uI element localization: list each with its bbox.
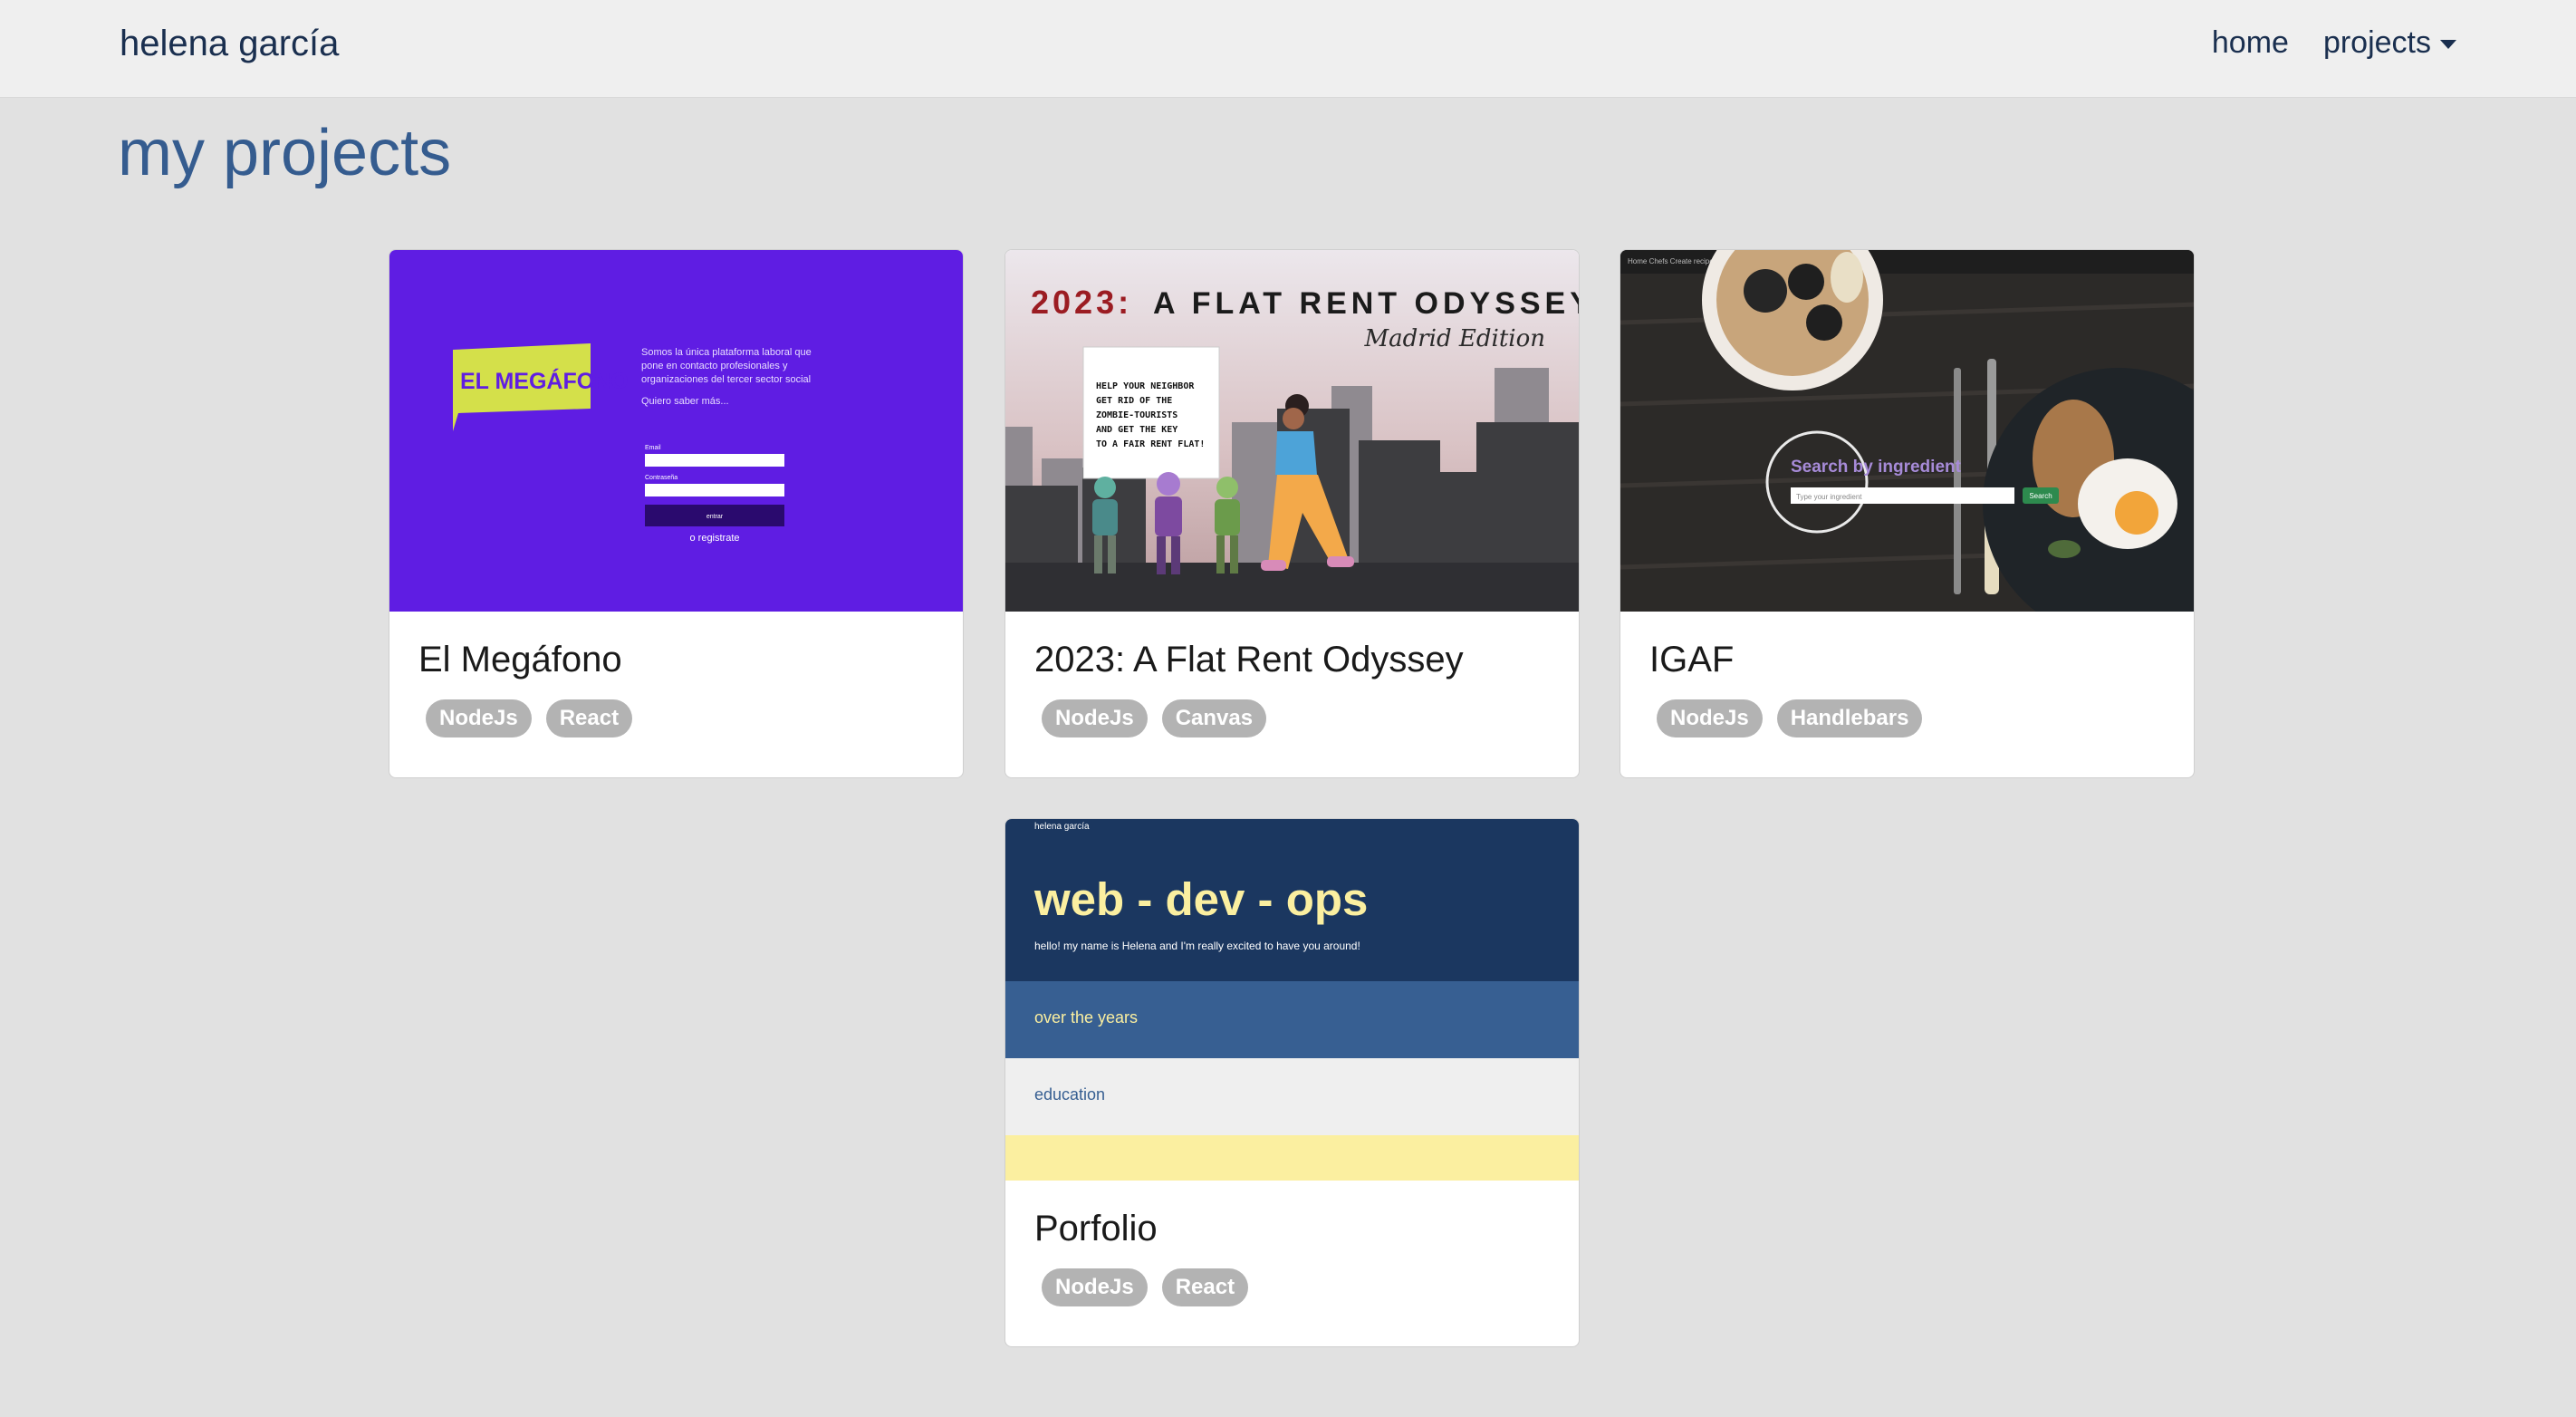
svg-text:hello! my name is Helena and I: hello! my name is Helena and I'm really …	[1034, 940, 1360, 952]
tag-badge: NodeJs	[1042, 699, 1148, 737]
svg-text:entrar: entrar	[706, 514, 724, 520]
svg-text:A FLAT RENT ODYSSEY: A FLAT RENT ODYSSEY	[1153, 286, 1580, 321]
svg-text:over the years: over the years	[1034, 1008, 1138, 1027]
nav-home-link[interactable]: home	[2212, 25, 2289, 61]
svg-text:pone en contacto profesionales: pone en contacto profesionales y	[641, 361, 788, 371]
tag-badge: Handlebars	[1776, 699, 1923, 737]
project-card-porfolio[interactable]: helena garcía web - dev - ops hello! my …	[1004, 818, 1580, 1347]
project-title: El Megáfono	[418, 640, 622, 680]
navbar: helena garcía home projects	[0, 0, 2576, 98]
project-thumbnail: Home Chefs Create recipes Welcome ▾ Sear…	[1620, 250, 2194, 612]
svg-text:web - dev - ops: web - dev - ops	[1033, 873, 1368, 925]
nav-projects-label: projects	[2322, 25, 2431, 60]
project-tags: NodeJs Handlebars	[1657, 699, 1937, 737]
svg-text:Type your ingredient: Type your ingredient	[1796, 493, 1862, 501]
project-tags: NodeJs React	[426, 699, 647, 737]
project-thumbnail: helena garcía web - dev - ops hello! my …	[1005, 819, 1579, 1181]
project-card-flat-rent-odyssey[interactable]: 2023: A FLAT RENT ODYSSEY Madrid Edition…	[1004, 249, 1580, 778]
megafono-logo-text: EL MEGÁFONO	[460, 368, 629, 394]
tag-badge: React	[1161, 1268, 1249, 1306]
tag-badge: NodeJs	[1657, 699, 1763, 737]
tag-badge: NodeJs	[1042, 1268, 1148, 1306]
project-title: 2023: A Flat Rent Odyssey	[1034, 640, 1464, 680]
svg-text:helena garcía: helena garcía	[1034, 822, 1090, 832]
svg-text:Email: Email	[645, 445, 661, 451]
tag-badge: React	[545, 699, 633, 737]
svg-text:AND GET THE KEY: AND GET THE KEY	[1096, 425, 1177, 435]
project-tags: NodeJs Canvas	[1042, 699, 1281, 737]
svg-text:TO A FAIR RENT FLAT!: TO A FAIR RENT FLAT!	[1096, 439, 1205, 449]
tag-badge: Canvas	[1161, 699, 1267, 737]
project-thumbnail: EL MEGÁFONO Somos la única plataforma la…	[389, 250, 963, 612]
project-card-el-megafono[interactable]: EL MEGÁFONO Somos la única plataforma la…	[389, 249, 964, 778]
svg-text:education: education	[1034, 1085, 1105, 1104]
svg-text:Search by ingredient: Search by ingredient	[1791, 458, 1962, 477]
nav-home-label: home	[2211, 25, 2289, 60]
svg-text:Madrid Edition: Madrid Edition	[1363, 325, 1545, 352]
project-tags: NodeJs React	[1042, 1268, 1263, 1306]
svg-text:Somos la única plataforma labo: Somos la única plataforma laboral que	[641, 347, 812, 358]
project-card-igaf[interactable]: Home Chefs Create recipes Welcome ▾ Sear…	[1620, 249, 2195, 778]
brand-link[interactable]: helena garcía	[120, 24, 339, 64]
svg-text:2023:: 2023:	[1031, 284, 1132, 321]
svg-text:GET RID OF THE: GET RID OF THE	[1096, 396, 1172, 406]
nav-links: home projects	[2177, 25, 2456, 61]
svg-text:o registrate: o registrate	[689, 533, 739, 544]
nav-projects-dropdown[interactable]: projects	[2323, 25, 2456, 61]
svg-text:organizaciones del tercer sect: organizaciones del tercer sector social	[641, 374, 811, 385]
svg-text:HELP YOUR NEIGHBOR: HELP YOUR NEIGHBOR	[1096, 381, 1195, 391]
project-thumbnail: 2023: A FLAT RENT ODYSSEY Madrid Edition…	[1005, 250, 1580, 612]
page-title: my projects	[118, 117, 452, 189]
tag-badge: NodeJs	[426, 699, 532, 737]
svg-text:ZOMBIE-TOURISTS: ZOMBIE-TOURISTS	[1096, 410, 1177, 420]
svg-text:Quiero saber más...: Quiero saber más...	[641, 396, 729, 407]
svg-text:Search: Search	[2029, 492, 2052, 500]
svg-text:Contraseña: Contraseña	[645, 475, 678, 481]
caret-down-icon	[2440, 39, 2456, 49]
project-title: Porfolio	[1034, 1209, 1158, 1248]
project-title: IGAF	[1649, 640, 1735, 680]
